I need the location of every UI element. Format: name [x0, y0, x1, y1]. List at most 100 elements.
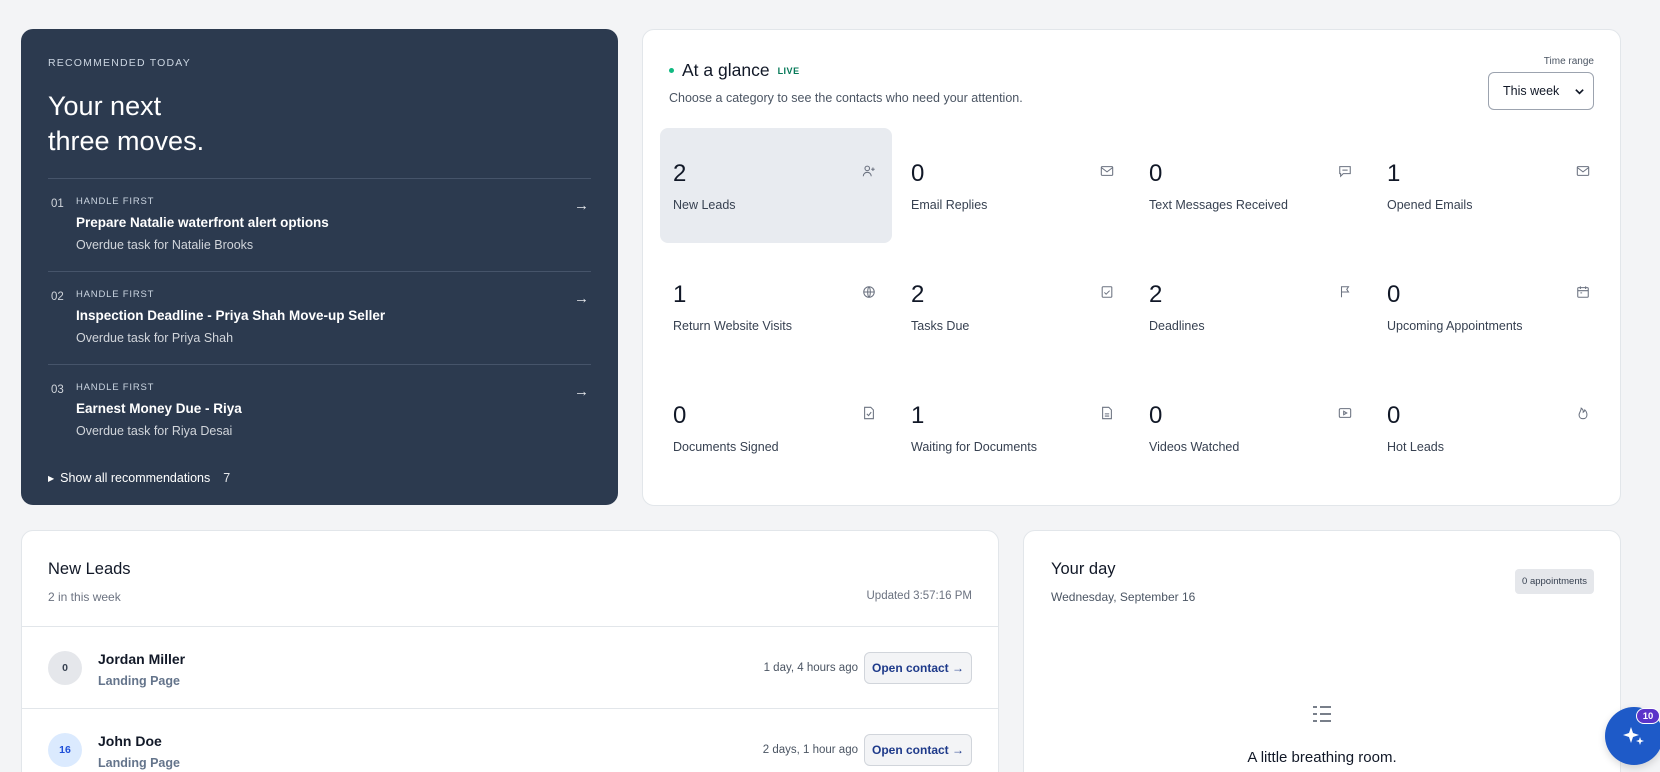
glance-description: Choose a category to see the contacts wh…	[669, 91, 1023, 105]
tile-text-messages[interactable]: 0 Text Messages Received	[1136, 128, 1368, 243]
tile-label: Waiting for Documents	[911, 440, 1037, 454]
recommendation-number: 03	[51, 384, 64, 396]
recommendation-subtitle: Overdue task for Natalie Brooks	[76, 238, 254, 252]
heading-line-2: three moves.	[48, 126, 205, 156]
tile-videos-watched[interactable]: 0 Videos Watched	[1136, 370, 1368, 485]
checklist-icon	[1101, 286, 1113, 298]
recommendation-item[interactable]: 03 HANDLE FIRST Earnest Money Due - Riya…	[48, 364, 591, 457]
chevron-down-icon	[1575, 88, 1584, 95]
live-dot-icon	[669, 68, 674, 73]
sparkle-icon	[1623, 727, 1644, 745]
new-leads-title: New Leads	[48, 560, 131, 578]
lead-time-ago: 1 day, 4 hours ago	[763, 662, 858, 674]
tile-value: 0	[1387, 402, 1401, 429]
open-contact-button[interactable]: Open contact →	[864, 652, 972, 684]
tile-upcoming-appointments[interactable]: 0 Upcoming Appointments	[1374, 249, 1606, 364]
recommendations-panel: RECOMMENDED TODAY Your next three moves.…	[21, 29, 618, 505]
recommendation-item[interactable]: 02 HANDLE FIRST Inspection Deadline - Pr…	[48, 271, 591, 364]
tile-opened-emails[interactable]: 1 Opened Emails	[1374, 128, 1606, 243]
glance-header: At a glance LIVE	[669, 60, 800, 81]
new-leads-card: New Leads 2 in this week Updated 3:57:16…	[21, 530, 999, 772]
lead-row: 16 John Doe Landing Page 2 days, 1 hour …	[22, 709, 998, 772]
mail-icon	[1100, 166, 1114, 176]
live-badge: LIVE	[777, 65, 800, 76]
time-range-select[interactable]: This week	[1488, 72, 1594, 110]
time-range-value: This week	[1503, 84, 1560, 98]
chat-icon	[1339, 166, 1351, 178]
tile-value: 0	[1149, 402, 1163, 429]
tile-label: New Leads	[673, 198, 736, 212]
your-day-title: Your day	[1051, 560, 1116, 578]
document-icon	[1102, 406, 1112, 420]
recommendation-title: Earnest Money Due - Riya	[76, 401, 242, 416]
tile-value: 1	[673, 281, 687, 308]
tile-deadlines[interactable]: 2 Deadlines	[1136, 249, 1368, 364]
mail-icon	[1576, 166, 1590, 176]
time-range-label: Time range	[1543, 56, 1594, 67]
show-all-recommendations-toggle[interactable]: ▶ Show all recommendations 7	[48, 471, 230, 485]
lead-name[interactable]: Jordan Miller	[98, 651, 185, 667]
recommendation-list: 01 HANDLE FIRST Prepare Natalie waterfro…	[48, 178, 591, 457]
tile-value: 2	[1149, 281, 1163, 308]
tile-label: Opened Emails	[1387, 198, 1473, 212]
arrow-right-icon[interactable]: →	[574, 383, 589, 400]
tile-value: 2	[911, 281, 925, 308]
lead-time-ago: 2 days, 1 hour ago	[762, 744, 858, 756]
tile-new-leads[interactable]: 2 New Leads	[660, 128, 892, 243]
recommendation-kicker: HANDLE FIRST	[76, 196, 155, 207]
new-leads-subtitle: 2 in this week	[48, 590, 121, 604]
tile-value: 0	[911, 160, 925, 187]
lead-name[interactable]: John Doe	[98, 733, 162, 749]
lead-score-badge: 16	[48, 733, 82, 767]
lead-source: Landing Page	[98, 674, 180, 688]
tile-tasks-due[interactable]: 2 Tasks Due	[898, 249, 1130, 364]
your-day-date: Wednesday, September 16	[1051, 590, 1196, 604]
lead-row: 0 Jordan Miller Landing Page 1 day, 4 ho…	[22, 627, 998, 709]
recommendation-kicker: HANDLE FIRST	[76, 289, 155, 300]
lead-score-badge: 0	[48, 651, 82, 685]
tile-value: 2	[673, 160, 687, 187]
leads-list: 0 Jordan Miller Landing Page 1 day, 4 ho…	[22, 626, 998, 772]
recommendations-eyebrow: RECOMMENDED TODAY	[48, 57, 191, 69]
tile-value: 0	[673, 402, 687, 429]
recommendation-number: 02	[51, 291, 64, 303]
tile-hot-leads[interactable]: 0 Hot Leads	[1374, 370, 1606, 485]
tile-label: Tasks Due	[911, 319, 970, 333]
show-all-count: 7	[223, 471, 231, 485]
notification-count-badge: 10	[1636, 708, 1660, 724]
calendar-icon	[1577, 286, 1589, 298]
tile-email-replies[interactable]: 0 Email Replies	[898, 128, 1130, 243]
tile-label: Hot Leads	[1387, 440, 1444, 454]
tile-return-website-visits[interactable]: 1 Return Website Visits	[660, 249, 892, 364]
recommendation-title: Prepare Natalie waterfront alert options	[76, 215, 329, 230]
arrow-right-icon[interactable]: →	[574, 197, 589, 214]
tile-label: Videos Watched	[1149, 440, 1240, 454]
document-check-icon	[864, 406, 874, 420]
flag-icon	[1340, 286, 1350, 298]
disclosure-triangle-icon: ▶	[48, 473, 55, 483]
appointments-count-badge: 0 appointments	[1515, 569, 1594, 594]
open-contact-button[interactable]: Open contact →	[864, 734, 972, 766]
tile-label: Deadlines	[1149, 319, 1205, 333]
tile-label: Documents Signed	[673, 440, 779, 454]
assistant-fab-button[interactable]: 10	[1605, 707, 1660, 765]
your-day-card: Your day Wednesday, September 16 0 appoi…	[1023, 530, 1621, 772]
empty-state-text: A little breathing room.	[1247, 749, 1397, 766]
tile-value: 1	[1387, 160, 1401, 187]
recommendations-heading: Your next three moves.	[48, 89, 591, 159]
recommendation-kicker: HANDLE FIRST	[76, 382, 155, 393]
tile-label: Email Replies	[911, 198, 988, 212]
tile-value: 1	[911, 402, 925, 429]
globe-icon	[863, 286, 875, 298]
arrow-right-icon[interactable]: →	[574, 290, 589, 307]
tile-documents-signed[interactable]: 0 Documents Signed	[660, 370, 892, 485]
list-icon	[1313, 706, 1331, 722]
at-a-glance-card: At a glance LIVE Choose a category to se…	[642, 29, 1621, 506]
add-user-icon	[862, 165, 875, 177]
recommendation-number: 01	[51, 198, 64, 210]
show-all-label: Show all recommendations	[60, 471, 211, 485]
recommendation-item[interactable]: 01 HANDLE FIRST Prepare Natalie waterfro…	[48, 178, 591, 271]
heading-line-1: Your next	[48, 91, 162, 121]
tile-waiting-for-documents[interactable]: 1 Waiting for Documents	[898, 370, 1130, 485]
glance-title: At a glance	[682, 60, 770, 80]
